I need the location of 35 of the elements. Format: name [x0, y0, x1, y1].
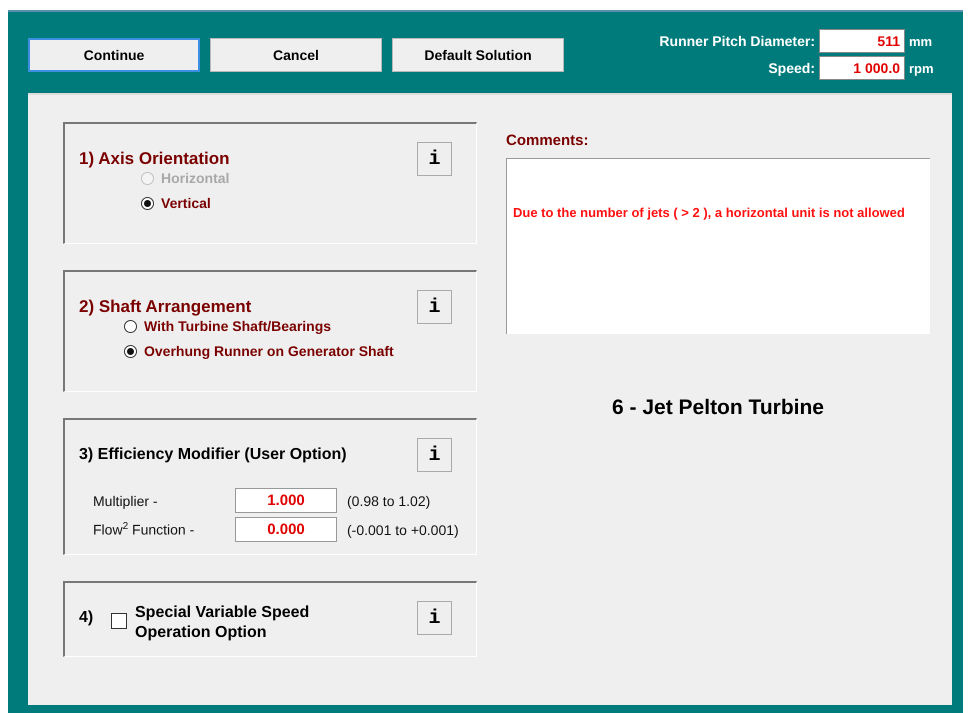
option-label: Horizontal: [161, 170, 230, 186]
section-title: 1) Axis Orientation: [79, 149, 230, 169]
field-label: Speed:: [767, 60, 815, 76]
field-label: Runner Pitch Diameter:: [659, 33, 815, 49]
value-field[interactable]: 1 000.0: [819, 56, 905, 80]
section-title: 3) Efficiency Modifier (User Option): [79, 446, 347, 464]
range-label: (-0.001 to +0.001): [347, 522, 460, 538]
comment-text: Due to the number of jets ( > 2 ), a horizontal unit is not allowed: [513, 204, 906, 221]
radio-button[interactable]: [141, 196, 154, 210]
info-button[interactable]: i: [417, 601, 452, 635]
toolbar-button[interactable]: Cancel: [210, 38, 382, 72]
info-button[interactable]: i: [417, 438, 452, 472]
option-label: Overhung Runner on Generator Shaft: [144, 343, 394, 359]
range-label: (0.98 to 1.02): [347, 492, 432, 508]
radio-button[interactable]: [124, 320, 137, 332]
field-label: Flow$^{2}$ Function -: [93, 521, 196, 538]
section-number: 4): [79, 609, 94, 627]
turbine-title: 6 - Jet Pelton Turbine: [611, 396, 825, 420]
value-field[interactable]: 1.000: [235, 488, 337, 513]
comments-label: Comments:: [506, 132, 590, 149]
section-title: 2) Shaft Arrangement: [79, 297, 252, 317]
toolbar-button[interactable]: Continue: [28, 38, 200, 72]
info-button[interactable]: i: [417, 142, 452, 176]
checkbox[interactable]: [111, 613, 127, 629]
value-field[interactable]: 0.000: [235, 517, 337, 542]
unit-label: mm: [909, 34, 934, 48]
field-label: Multiplier -: [93, 492, 159, 508]
toolbar-button[interactable]: Default Solution: [392, 38, 564, 72]
value-field[interactable]: 511: [819, 29, 905, 53]
option-label: With Turbine Shaft/Bearings: [144, 318, 332, 334]
unit-label: rpm: [909, 60, 935, 76]
radio-button[interactable]: [124, 344, 137, 358]
info-button[interactable]: i: [417, 290, 452, 324]
option-label: Vertical: [161, 195, 211, 211]
checkbox-label: Special Variable Speed Operation Option: [135, 603, 310, 643]
